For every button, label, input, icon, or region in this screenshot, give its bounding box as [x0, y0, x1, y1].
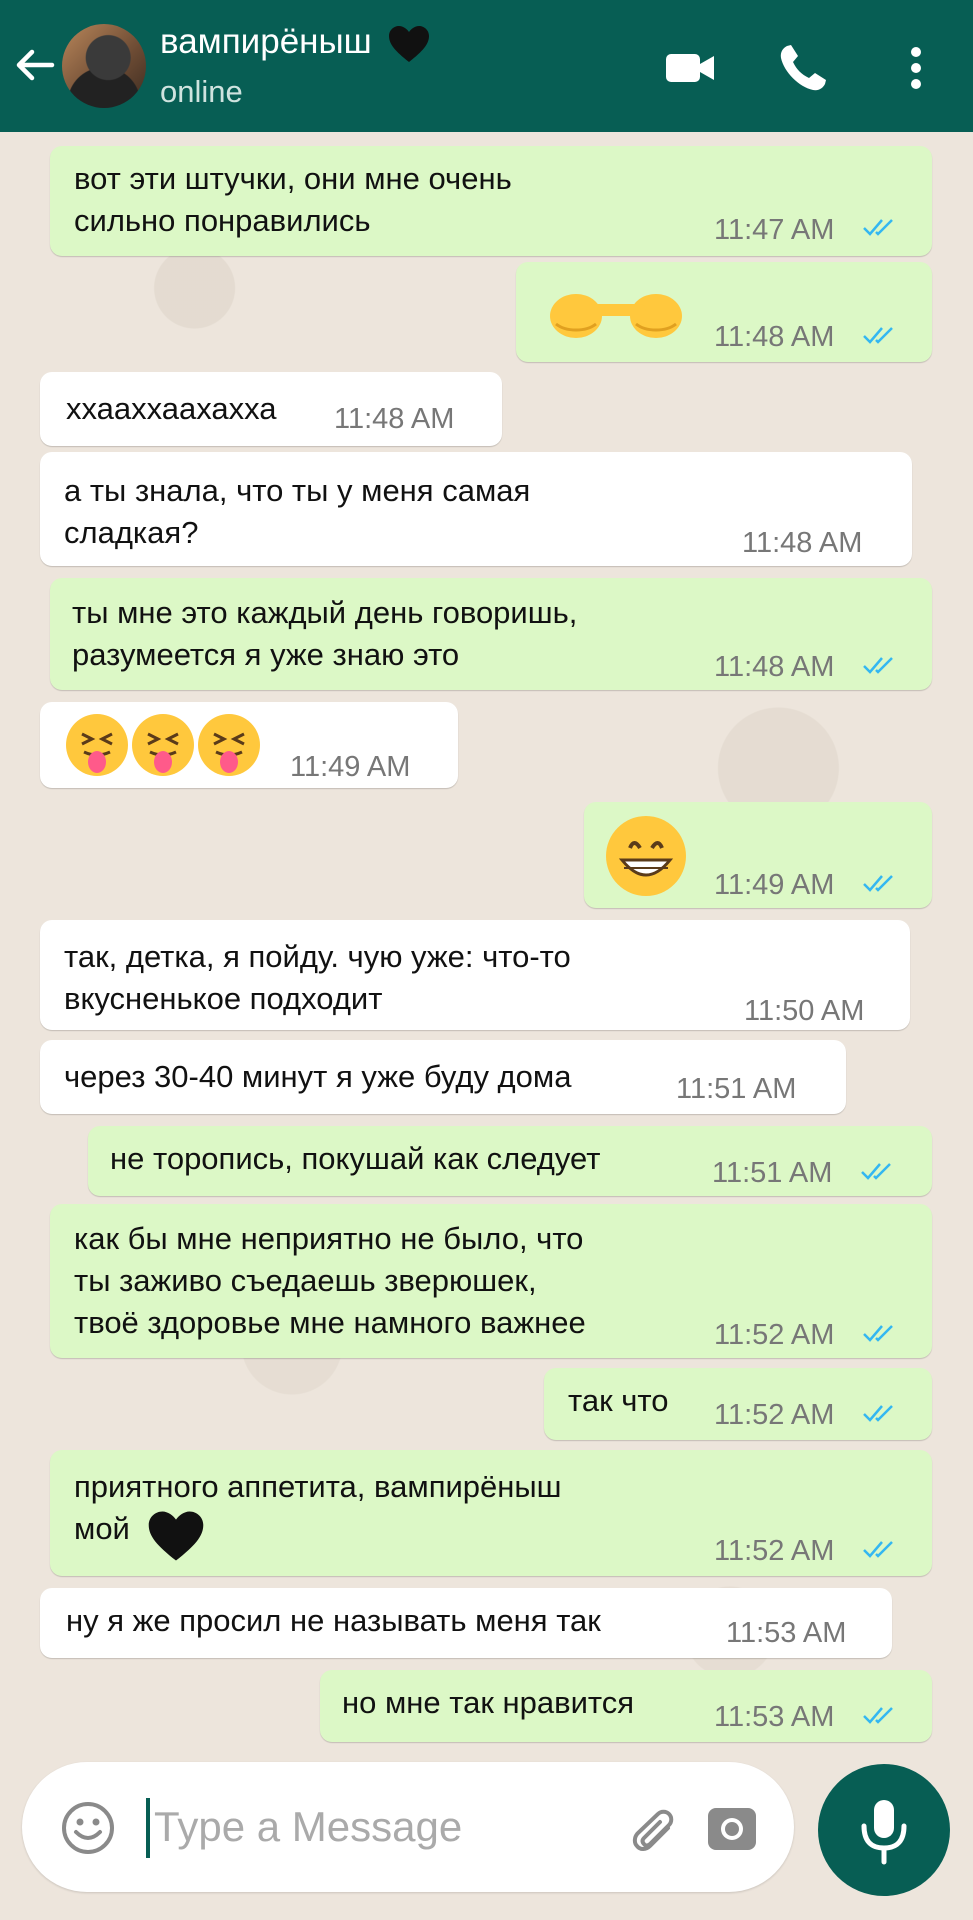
- message-text: через 30-40 минут я уже буду дома: [64, 1059, 572, 1094]
- contact-title[interactable]: вампирёныш: [160, 22, 431, 64]
- read-ticks-icon: [863, 1707, 893, 1724]
- black-heart-emoji: [148, 1511, 204, 1561]
- back-arrow-icon[interactable]: [10, 40, 60, 90]
- message-text: вот эти штучки, они мне очень сильно пон…: [74, 161, 512, 238]
- message-text: но мне так нравится: [342, 1685, 635, 1720]
- message-time: 11:48 AM: [714, 321, 835, 353]
- message-time: 11:50 AM: [744, 995, 865, 1027]
- message-input[interactable]: [152, 1796, 596, 1858]
- incoming-message[interactable]: 11:49 AM: [40, 702, 458, 788]
- message-composer: [22, 1762, 794, 1892]
- message-time: 11:52 AM: [714, 1535, 835, 1567]
- message-time: 11:48 AM: [334, 403, 455, 435]
- read-ticks-icon: [863, 1325, 893, 1342]
- outgoing-message[interactable]: не торопись, покушай как следует 11:51 A…: [88, 1126, 932, 1196]
- read-ticks-icon: [861, 1163, 891, 1180]
- video-call-icon[interactable]: [660, 38, 720, 98]
- incoming-message[interactable]: ну я же просил не называть меня так 11:5…: [40, 1588, 892, 1658]
- read-ticks-icon: [863, 219, 893, 236]
- message-time: 11:51 AM: [712, 1157, 833, 1189]
- incoming-message[interactable]: так, детка, я пойду. чую уже: что-то вку…: [40, 920, 910, 1030]
- read-ticks-icon: [863, 875, 893, 892]
- message-text: ну я же просил не называть меня так: [66, 1603, 601, 1638]
- incoming-message[interactable]: ххааххаахахха 11:48 AM: [40, 372, 502, 446]
- black-heart-icon: [389, 25, 430, 62]
- incoming-message[interactable]: через 30-40 минут я уже буду дома 11:51 …: [40, 1040, 846, 1114]
- camera-icon[interactable]: [704, 1800, 760, 1856]
- grinning-emoji: [606, 816, 686, 896]
- chat-header: вампирёныш online: [0, 0, 973, 132]
- read-ticks-icon: [863, 657, 893, 674]
- message-text: а ты знала, что ты у меня самая сладкая?: [64, 473, 531, 550]
- message-time: 11:49 AM: [290, 751, 411, 783]
- outgoing-message[interactable]: ты мне это каждый день говоришь, разумее…: [50, 578, 932, 690]
- pointing-fingers-emoji: [550, 294, 682, 338]
- outgoing-message[interactable]: но мне так нравится 11:53 AM: [320, 1670, 932, 1742]
- message-text: так, детка, я пойду. чую уже: что-то вку…: [64, 939, 571, 1016]
- outgoing-message[interactable]: как бы мне неприятно не было, что ты заж…: [50, 1204, 932, 1358]
- read-ticks-icon: [863, 1541, 893, 1558]
- message-time: 11:49 AM: [714, 869, 835, 901]
- contact-avatar[interactable]: [62, 24, 146, 108]
- text-cursor: [146, 1798, 150, 1858]
- message-text: не торопись, покушай как следует: [110, 1141, 601, 1176]
- microphone-icon: [861, 1800, 907, 1865]
- message-time: 11:48 AM: [714, 651, 835, 683]
- message-text: ххааххаахахха: [66, 391, 277, 426]
- incoming-message[interactable]: а ты знала, что ты у меня самая сладкая?…: [40, 452, 912, 566]
- message-time: 11:52 AM: [714, 1399, 835, 1431]
- voice-message-button[interactable]: [818, 1764, 950, 1896]
- outgoing-message[interactable]: 11:49 AM: [584, 802, 932, 908]
- message-time: 11:52 AM: [714, 1319, 835, 1351]
- message-time: 11:53 AM: [714, 1701, 835, 1733]
- outgoing-message[interactable]: приятного аппетита, вампирёныш мой 11:52…: [50, 1450, 932, 1576]
- message-text: так что: [568, 1383, 669, 1418]
- message-time: 11:47 AM: [714, 214, 835, 246]
- contact-status: online: [160, 74, 243, 109]
- contact-name: вампирёныш: [160, 22, 372, 61]
- message-time: 11:48 AM: [742, 527, 863, 559]
- read-ticks-icon: [863, 327, 893, 344]
- squinting-tongue-emoji: [66, 714, 260, 776]
- read-ticks-icon: [863, 1405, 893, 1422]
- message-text: ты мне это каждый день говоришь, разумее…: [72, 595, 578, 672]
- emoji-icon[interactable]: [60, 1800, 116, 1856]
- message-time: 11:51 AM: [676, 1073, 797, 1105]
- outgoing-message[interactable]: 11:48 AM: [516, 262, 932, 362]
- outgoing-message[interactable]: так что 11:52 AM: [544, 1368, 932, 1440]
- attachment-icon[interactable]: [622, 1798, 682, 1858]
- message-text: как бы мне неприятно не было, что ты заж…: [74, 1221, 586, 1340]
- phone-icon[interactable]: [773, 38, 833, 98]
- more-options-icon[interactable]: [888, 38, 944, 98]
- outgoing-message[interactable]: вот эти штучки, они мне очень сильно пон…: [50, 146, 932, 256]
- message-time: 11:53 AM: [726, 1617, 847, 1649]
